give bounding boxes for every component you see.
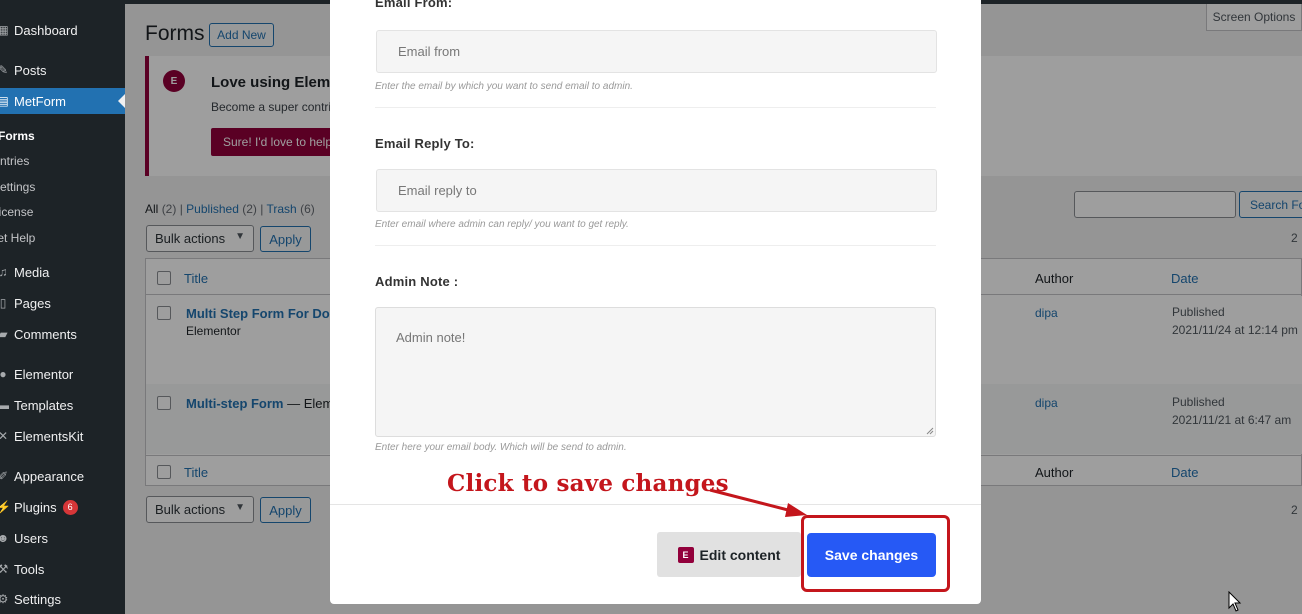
mouse-cursor-icon bbox=[1228, 591, 1242, 612]
annotation-arrow bbox=[709, 488, 807, 517]
annotation-highlight-box bbox=[801, 515, 950, 592]
